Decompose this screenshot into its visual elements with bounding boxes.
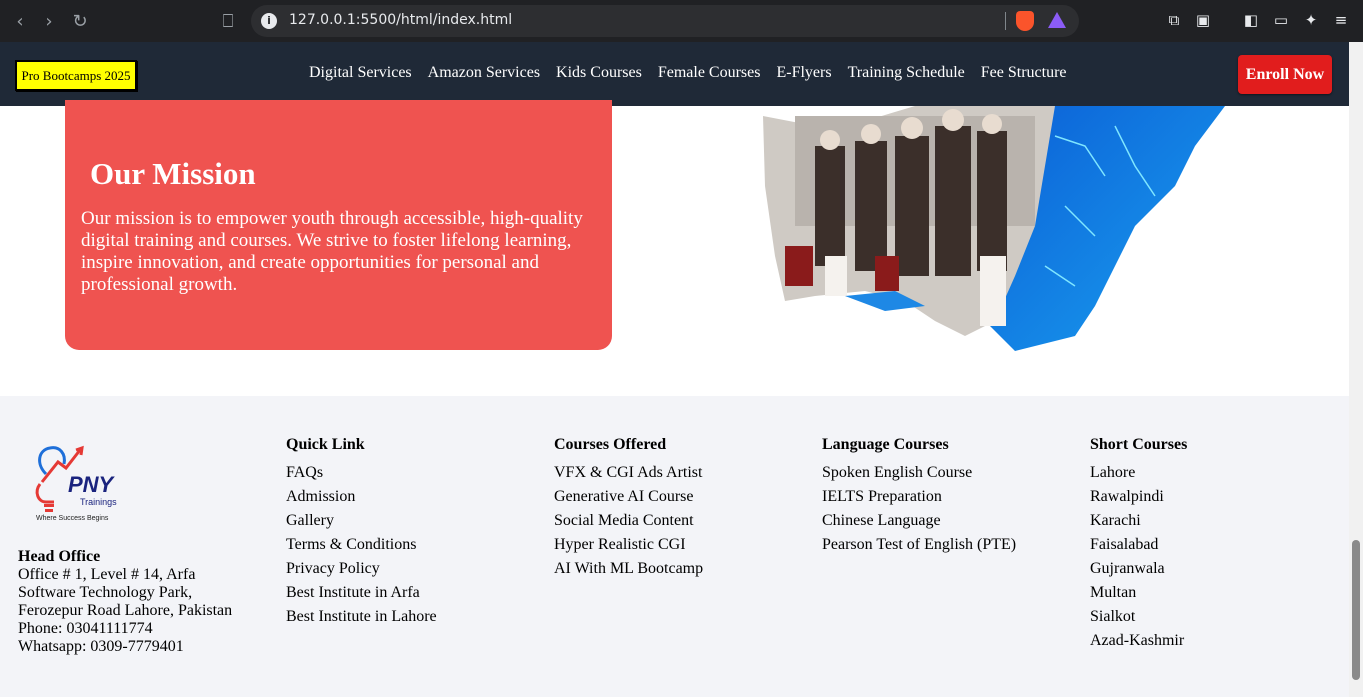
footer-link[interactable]: Karachi [1090,509,1187,533]
mission-text: Our mission is to empower youth through … [81,208,583,295]
address-line: Ferozepur Road Lahore, Pakistan [18,602,233,619]
browser-toolbar: ‹ › ↻ ⎕ i 127.0.0.1:5500/html/index.html… [0,0,1363,42]
quick-link-column: Quick Link FAQs Admission Gallery Terms … [286,435,437,629]
footer-link[interactable]: AI With ML Bootcamp [554,557,703,581]
short-courses-column: Short Courses Lahore Rawalpindi Karachi … [1090,435,1187,653]
footer-link[interactable]: Spoken English Course [822,461,1016,485]
divider [1005,12,1006,30]
nav-amazon-services[interactable]: Amazon Services [420,62,548,84]
nav-training-schedule[interactable]: Training Schedule [840,62,973,84]
forward-icon[interactable]: › [37,9,61,33]
courses-offered-column: Courses Offered VFX & CGI Ads Artist Gen… [554,435,703,581]
footer-link[interactable]: Terms & Conditions [286,533,437,557]
footer-link[interactable]: Admission [286,485,437,509]
footer-link[interactable]: Faisalabad [1090,533,1187,557]
footer-link[interactable]: Chinese Language [822,509,1016,533]
footer-link[interactable]: FAQs [286,461,437,485]
site-footer: PNY Trainings Where Success Begins Head … [0,396,1349,697]
footer-link[interactable]: IELTS Preparation [822,485,1016,509]
phone-line: Phone: 03041111774 [18,620,153,637]
head-office-title: Head Office [18,548,101,565]
main-nav: Digital Services Amazon Services Kids Co… [301,62,1075,84]
sidebar-icon[interactable]: ◧ [1241,10,1261,30]
leo-ai-icon[interactable]: ✦ [1301,10,1321,30]
site-info-icon[interactable]: i [261,13,277,29]
footer-link[interactable]: Azad-Kashmir [1090,629,1187,653]
whatsapp-line: Whatsapp: 0309-7779401 [18,638,184,655]
mission-image [763,106,1225,351]
site-header: Pro Bootcamps 2025 Digital Services Amaz… [0,42,1349,106]
back-icon[interactable]: ‹ [8,9,32,33]
menu-icon[interactable]: ≡ [1331,10,1351,30]
svg-text:Where Success Begins: Where Success Begins [36,515,109,522]
wallet-icon[interactable]: ▭ [1271,10,1291,30]
footer-link[interactable]: Gallery [286,509,437,533]
reload-icon[interactable]: ↻ [68,9,92,33]
mission-card: Our Mission Our mission is to empower yo… [65,100,612,350]
bootcamp-badge[interactable]: Pro Bootcamps 2025 [15,60,137,91]
bookmark-icon[interactable]: ⎕ [216,9,240,33]
url-text[interactable]: 127.0.0.1:5500/html/index.html [289,12,512,28]
footer-link[interactable]: Best Institute in Lahore [286,605,437,629]
nav-e-flyers[interactable]: E-Flyers [768,62,839,84]
column-title: Short Courses [1090,436,1188,453]
footer-link[interactable]: Best Institute in Arfa [286,581,437,605]
footer-link[interactable]: Gujranwala [1090,557,1187,581]
nav-digital-services[interactable]: Digital Services [301,62,420,84]
footer-link[interactable]: Social Media Content [554,509,703,533]
pny-logo[interactable]: PNY Trainings Where Success Begins [28,444,133,526]
footer-link[interactable]: Pearson Test of English (PTE) [822,533,1016,557]
address-bar[interactable]: i 127.0.0.1:5500/html/index.html [251,5,1079,37]
language-courses-column: Language Courses Spoken English Course I… [822,435,1016,557]
screenshot-icon[interactable]: ▣ [1193,10,1213,30]
footer-link[interactable]: Generative AI Course [554,485,703,509]
footer-link[interactable]: Lahore [1090,461,1187,485]
svg-text:PNY: PNY [68,472,116,497]
column-title: Quick Link [286,436,365,453]
nav-kids-courses[interactable]: Kids Courses [548,62,650,84]
scrollbar-thumb[interactable] [1352,540,1360,680]
extensions-icon[interactable]: ⧉ [1164,10,1184,30]
footer-link[interactable]: VFX & CGI Ads Artist [554,461,703,485]
footer-link[interactable]: Privacy Policy [286,557,437,581]
page-scrollbar[interactable] [1349,42,1363,697]
column-title: Language Courses [822,436,949,453]
footer-link[interactable]: Multan [1090,581,1187,605]
footer-link[interactable]: Hyper Realistic CGI [554,533,703,557]
enroll-now-button[interactable]: Enroll Now [1238,55,1332,94]
mission-title: Our Mission [90,156,256,191]
brave-rewards-icon[interactable] [1048,12,1066,28]
address-line: Office # 1, Level # 14, Arfa [18,566,196,583]
nav-female-courses[interactable]: Female Courses [650,62,769,84]
brave-shields-icon[interactable] [1016,11,1034,31]
address-line: Software Technology Park, [18,584,193,601]
footer-link[interactable]: Sialkot [1090,605,1187,629]
head-office-block: Head Office Office # 1, Level # 14, Arfa… [18,548,232,656]
nav-fee-structure[interactable]: Fee Structure [973,62,1075,84]
column-title: Courses Offered [554,436,667,453]
footer-link[interactable]: Rawalpindi [1090,485,1187,509]
svg-text:Trainings: Trainings [80,497,117,507]
